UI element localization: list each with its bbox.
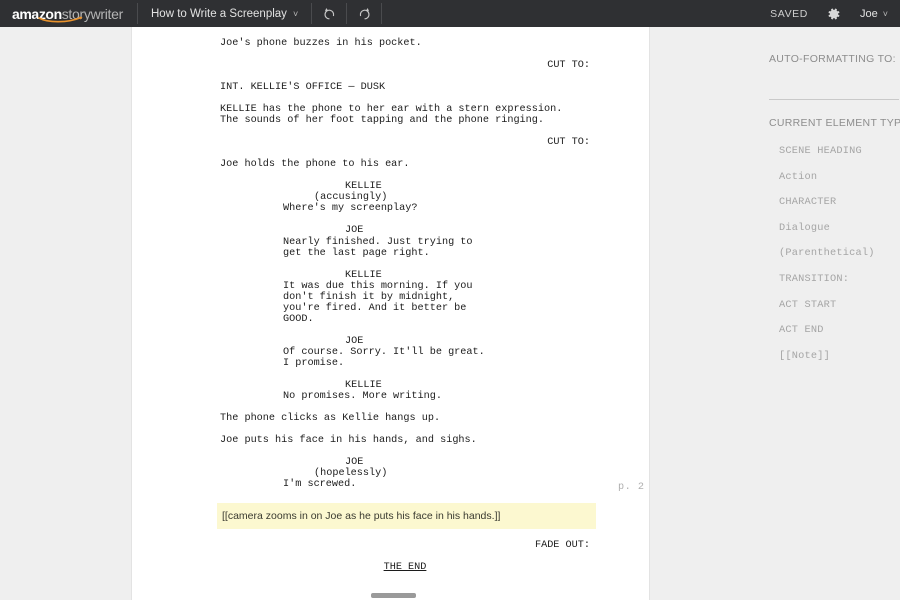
element-type-option-act-start[interactable]: ACT START bbox=[779, 293, 899, 319]
script-transition-text: FADE OUT: bbox=[534, 540, 590, 552]
script-scene-heading[interactable]: INT. KELLIE'S OFFICE — DUSK bbox=[220, 82, 649, 93]
script-dialogue[interactable]: No promises. More writing. bbox=[283, 391, 649, 402]
page-number-marker: p. 2 bbox=[618, 482, 645, 493]
auto-formatting-heading: AUTO-FORMATTING TO: bbox=[769, 53, 896, 65]
document-title-text: How to Write a Screenplay bbox=[151, 7, 287, 20]
script-transition[interactable]: FADE OUT: bbox=[220, 540, 649, 552]
script-character[interactable]: KELLIE bbox=[345, 181, 649, 192]
amazon-storywriter-logo[interactable]: amazon storywriter bbox=[0, 0, 137, 27]
user-name-text: Joe bbox=[859, 7, 878, 20]
element-type-option-note[interactable]: [[Note]] bbox=[779, 344, 899, 370]
undo-redo-group bbox=[312, 0, 381, 27]
screenplay-page[interactable]: Joe's phone buzzes in his pocket. CUT TO:… bbox=[131, 27, 650, 600]
element-type-option-act-end[interactable]: ACT END bbox=[779, 318, 899, 344]
script-note-highlight[interactable]: [[camera zooms in on Joe as he puts his … bbox=[217, 503, 596, 530]
header-spacer bbox=[382, 0, 770, 27]
script-transition[interactable]: CUT TO: bbox=[220, 60, 649, 72]
script-character[interactable]: JOE bbox=[345, 457, 649, 468]
element-type-option-transition[interactable]: TRANSITION: bbox=[779, 267, 899, 293]
script-action[interactable]: The phone clicks as Kellie hangs up. bbox=[220, 413, 649, 424]
undo-button[interactable] bbox=[312, 0, 346, 27]
element-type-option-dialogue[interactable]: Dialogue bbox=[779, 216, 899, 242]
script-action[interactable]: KELLIE has the phone to her ear with a s… bbox=[220, 104, 649, 126]
element-type-option-parenthetical[interactable]: (Parenthetical) bbox=[779, 241, 899, 267]
chevron-down-icon: ˅ bbox=[882, 8, 888, 19]
element-type-option-scene-heading[interactable]: SCENE HEADING bbox=[779, 139, 899, 165]
script-dialogue[interactable]: It was due this morning. If you don't fi… bbox=[283, 281, 649, 325]
element-type-option-action[interactable]: Action bbox=[779, 165, 899, 191]
script-the-end-text: THE END bbox=[383, 562, 427, 574]
settings-button[interactable] bbox=[822, 0, 846, 27]
script-dialogue[interactable]: Of course. Sorry. It'll be great. I prom… bbox=[283, 347, 649, 369]
script-character[interactable]: KELLIE bbox=[345, 270, 649, 281]
app-header: amazon storywriter How to Write a Screenp… bbox=[0, 0, 900, 27]
script-dialogue[interactable]: I'm screwed. bbox=[283, 479, 649, 490]
script-action[interactable]: Joe holds the phone to his ear. bbox=[220, 159, 649, 170]
script-character[interactable]: KELLIE bbox=[345, 380, 649, 391]
amazon-smile-icon bbox=[38, 16, 84, 23]
save-status: SAVED bbox=[770, 7, 808, 20]
user-account-menu[interactable]: Joe ˅ bbox=[846, 0, 900, 27]
script-transition-text: CUT TO: bbox=[547, 60, 590, 72]
element-type-option-character[interactable]: CHARACTER bbox=[779, 190, 899, 216]
document-title-menu[interactable]: How to Write a Screenplay ˅ bbox=[138, 0, 311, 27]
script-note: [[camera zooms in on Joe as he puts his … bbox=[222, 510, 501, 523]
script-the-end[interactable]: THE END bbox=[220, 562, 590, 573]
script-transition[interactable]: CUT TO: bbox=[220, 137, 649, 149]
script-parenthetical[interactable]: (hopelessly) bbox=[314, 468, 649, 479]
script-dialogue[interactable]: Nearly finished. Just trying to get the … bbox=[283, 237, 649, 259]
script-action[interactable]: Joe's phone buzzes in his pocket. bbox=[220, 38, 649, 49]
script-character[interactable]: JOE bbox=[345, 336, 649, 347]
screenplay-text[interactable]: Joe's phone buzzes in his pocket. CUT TO:… bbox=[132, 27, 649, 573]
element-type-sidebar: AUTO-FORMATTING TO: CURRENT ELEMENT TYPE… bbox=[651, 27, 900, 600]
current-element-type-heading: CURRENT ELEMENT TYPE bbox=[769, 117, 900, 129]
horizontal-scrollbar-thumb[interactable] bbox=[371, 593, 416, 598]
editor-workspace: Joe's phone buzzes in his pocket. CUT TO:… bbox=[0, 27, 900, 600]
script-transition-text: CUT TO: bbox=[547, 137, 590, 149]
script-action[interactable]: Joe puts his face in his hands, and sigh… bbox=[220, 435, 649, 446]
sidebar-divider bbox=[769, 99, 899, 100]
chevron-down-icon: ˅ bbox=[292, 8, 299, 19]
script-parenthetical[interactable]: (accusingly) bbox=[314, 192, 649, 203]
element-type-list: SCENE HEADING Action CHARACTER Dialogue (Par… bbox=[779, 139, 899, 369]
redo-button[interactable] bbox=[347, 0, 381, 27]
script-dialogue[interactable]: Where's my screenplay? bbox=[283, 203, 649, 214]
script-character[interactable]: JOE bbox=[345, 225, 649, 236]
